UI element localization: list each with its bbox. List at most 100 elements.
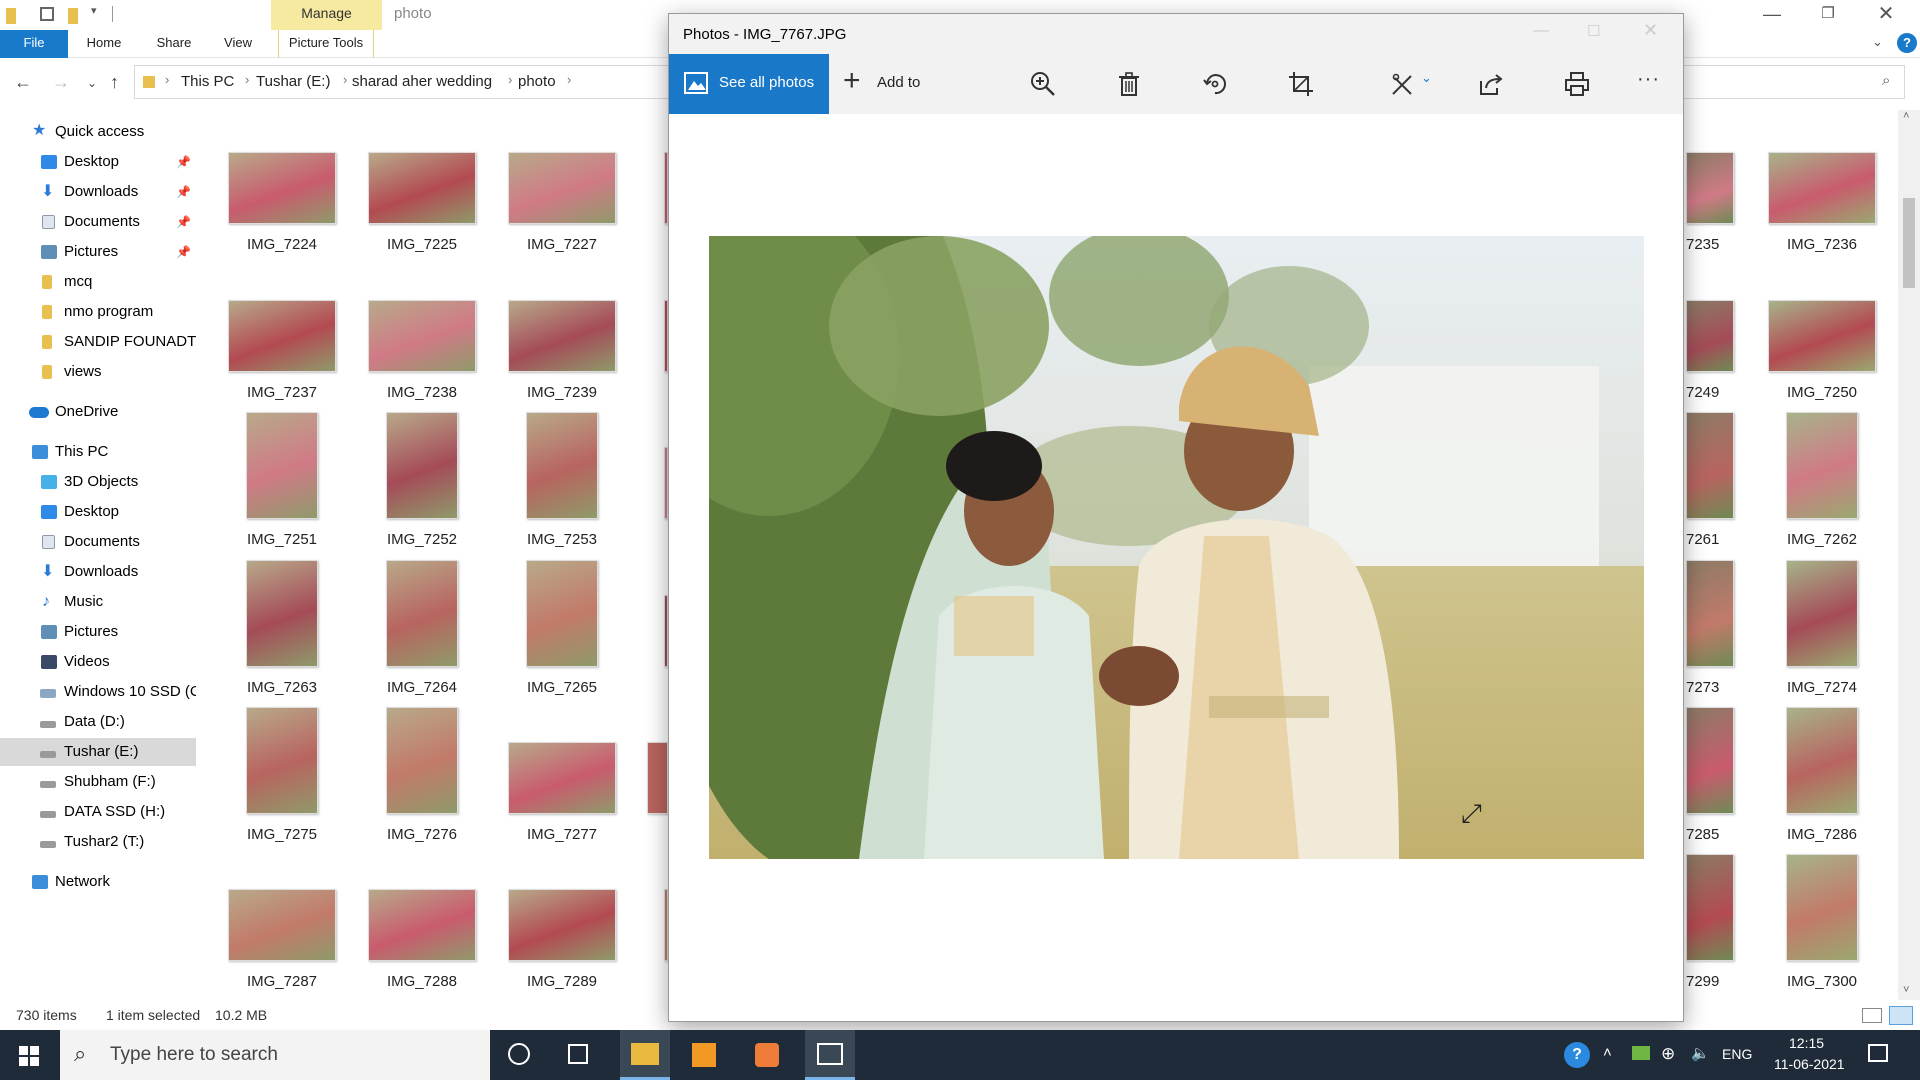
file-thumbnail[interactable] <box>1686 854 1734 961</box>
nav-item-downloads[interactable]: ⬇ Downloads 📌 <box>0 178 196 206</box>
see-all-photos-button[interactable]: See all photos <box>669 54 829 114</box>
up-arrow-icon[interactable]: ↑ <box>110 72 119 93</box>
tab-home[interactable]: Home <box>78 30 130 58</box>
nav-onedrive[interactable]: OneDrive <box>0 398 196 426</box>
network-globe-icon[interactable]: ⊕ <box>1661 1044 1675 1064</box>
chevron-down-icon[interactable]: ⌄ <box>1421 70 1432 86</box>
file-thumbnail[interactable] <box>228 152 336 224</box>
file-thumbnail[interactable] <box>526 412 598 519</box>
scroll-down-icon[interactable]: ˅ <box>1903 984 1909 996</box>
tray-chevron-up-icon[interactable]: ˄ <box>1603 1044 1612 1061</box>
nav-item-sandip[interactable]: SANDIP FOUNADTI( <box>0 328 196 356</box>
scrollbar-thumb[interactable] <box>1903 198 1915 288</box>
recent-locations-icon[interactable]: ⌄ <box>87 76 97 90</box>
nav-item-pc-desktop[interactable]: Desktop <box>0 498 196 526</box>
tab-file[interactable]: File <box>0 30 68 58</box>
nav-item-drive-d[interactable]: Data (D:) <box>0 708 196 736</box>
nav-item-music[interactable]: ♪ Music <box>0 588 196 616</box>
address-bar[interactable]: › This PC › Tushar (E:) › sharad aher we… <box>134 65 674 99</box>
more-options-icon[interactable]: ··· <box>1637 68 1660 91</box>
file-thumbnail[interactable] <box>508 742 616 814</box>
quick-access-dropdown-icon[interactable]: ▾ <box>91 4 97 17</box>
nav-item-drive-t[interactable]: Tushar2 (T:) <box>0 828 196 856</box>
file-thumbnail[interactable] <box>508 300 616 372</box>
file-thumbnail[interactable] <box>246 707 318 814</box>
details-view-icon[interactable] <box>1862 1008 1882 1023</box>
print-icon[interactable] <box>1563 70 1591 98</box>
file-thumbnail[interactable] <box>508 152 616 224</box>
nav-item-views[interactable]: views <box>0 358 196 386</box>
battery-icon[interactable] <box>1632 1046 1650 1060</box>
file-thumbnail[interactable] <box>1768 152 1876 224</box>
rotate-icon[interactable] <box>1201 70 1229 98</box>
xampp-icon[interactable] <box>755 1043 779 1067</box>
file-thumbnail[interactable] <box>1768 300 1876 372</box>
close-icon[interactable]: ✕ <box>1643 20 1658 41</box>
file-thumbnail[interactable] <box>508 889 616 961</box>
windows-start-icon[interactable] <box>19 1046 39 1071</box>
nav-item-pc-downloads[interactable]: ⬇ Downloads <box>0 558 196 586</box>
input-language[interactable]: ENG <box>1722 1046 1752 1062</box>
file-thumbnail[interactable] <box>1686 707 1734 814</box>
file-thumbnail[interactable] <box>368 889 476 961</box>
nav-item-drive-c[interactable]: Windows 10 SSD (C <box>0 678 196 706</box>
add-to-button[interactable]: + Add to <box>837 54 947 114</box>
tab-share[interactable]: Share <box>148 30 200 58</box>
wedding-photo[interactable] <box>709 236 1644 859</box>
file-thumbnail[interactable] <box>246 412 318 519</box>
file-thumbnail[interactable] <box>1686 560 1734 667</box>
nav-item-pictures[interactable]: Pictures 📌 <box>0 238 196 266</box>
file-thumbnail[interactable] <box>368 300 476 372</box>
search-input[interactable]: ⌕ <box>1665 65 1905 99</box>
minimize-icon[interactable]: — <box>1744 0 1800 30</box>
nav-item-desktop[interactable]: Desktop 📌 <box>0 148 196 176</box>
task-view-icon[interactable] <box>568 1044 588 1064</box>
crop-icon[interactable] <box>1287 70 1315 98</box>
breadcrumb-folder[interactable]: sharad aher wedding <box>352 73 492 90</box>
file-thumbnail[interactable] <box>1686 300 1734 372</box>
nav-item-3d-objects[interactable]: 3D Objects <box>0 468 196 496</box>
file-thumbnail[interactable] <box>228 300 336 372</box>
back-arrow-icon[interactable]: ← <box>14 72 32 93</box>
manage-contextual-tab[interactable]: Manage <box>271 0 382 30</box>
clock-date[interactable]: 11-06-2021 <box>1774 1056 1845 1072</box>
nav-item-pc-pictures[interactable]: Pictures <box>0 618 196 646</box>
help-assist-icon[interactable]: ? <box>1564 1042 1590 1068</box>
minimize-icon[interactable]: — <box>1533 22 1549 40</box>
file-thumbnail[interactable] <box>386 707 458 814</box>
file-thumbnail[interactable] <box>386 560 458 667</box>
nav-item-nmo-program[interactable]: nmo program <box>0 298 196 326</box>
file-thumbnail[interactable] <box>1686 152 1734 224</box>
tab-view[interactable]: View <box>212 30 264 58</box>
nav-item-pc-documents[interactable]: Documents <box>0 528 196 556</box>
share-icon[interactable] <box>1477 70 1505 98</box>
help-icon[interactable]: ? <box>1897 33 1917 53</box>
ribbon-expand-icon[interactable]: ⌄ <box>1872 34 1883 50</box>
photos-taskbar-icon[interactable] <box>805 1030 855 1080</box>
nav-item-videos[interactable]: Videos <box>0 648 196 676</box>
fullscreen-icon[interactable]: ⤢ <box>1461 798 1482 830</box>
nav-item-drive-h[interactable]: DATA SSD (H:) <box>0 798 196 826</box>
sublime-text-icon[interactable] <box>692 1043 716 1067</box>
nav-network[interactable]: Network <box>0 868 196 896</box>
file-thumbnail[interactable] <box>368 152 476 224</box>
file-thumbnail[interactable] <box>1686 412 1734 519</box>
properties-icon[interactable] <box>40 7 54 21</box>
volume-icon[interactable]: 🔈 <box>1691 1044 1710 1062</box>
nav-this-pc[interactable]: This PC <box>0 438 196 466</box>
new-folder-icon[interactable] <box>68 8 78 24</box>
breadcrumb-current[interactable]: photo <box>518 73 556 90</box>
file-thumbnail[interactable] <box>228 889 336 961</box>
breadcrumb-drive[interactable]: Tushar (E:) <box>256 73 330 90</box>
file-thumbnail[interactable] <box>1786 707 1858 814</box>
file-thumbnail[interactable] <box>1786 412 1858 519</box>
nav-quick-access[interactable]: ★ Quick access <box>0 118 196 146</box>
file-explorer-taskbar-icon[interactable] <box>620 1030 670 1080</box>
file-thumbnail[interactable] <box>1786 854 1858 961</box>
breadcrumb-this-pc[interactable]: This PC <box>181 73 234 90</box>
file-thumbnail[interactable] <box>386 412 458 519</box>
file-thumbnail[interactable] <box>647 742 668 814</box>
forward-arrow-icon[interactable]: → <box>52 72 70 93</box>
nav-item-drive-e[interactable]: Tushar (E:) <box>0 738 196 766</box>
maximize-icon[interactable]: ☐ <box>1587 22 1600 40</box>
